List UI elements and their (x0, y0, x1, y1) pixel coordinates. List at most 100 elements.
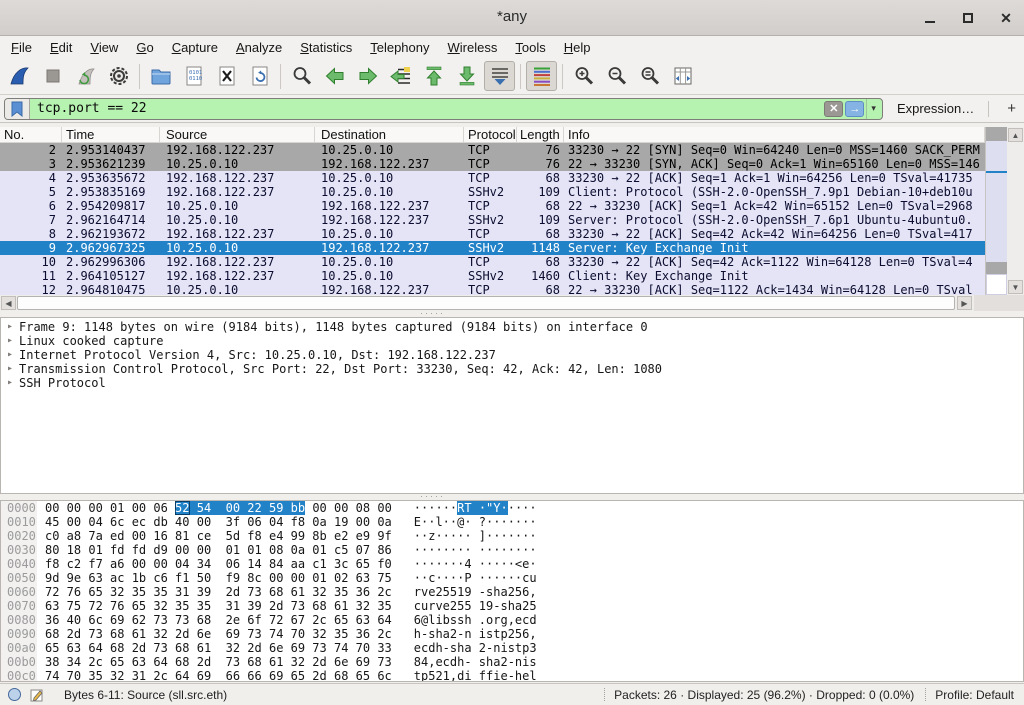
cell-src: 192.168.122.237 (160, 269, 315, 283)
packet-row-4[interactable]: 42.953635672192.168.122.23710.25.0.10TCP… (0, 171, 985, 185)
filter-clear-button[interactable]: ✕ (824, 101, 843, 117)
filter-dropdown-caret[interactable]: ▾ (866, 99, 882, 119)
detail-line-1[interactable]: ▸Linux cooked capture (1, 334, 1023, 348)
scroll-right-button[interactable]: ▶ (957, 296, 972, 310)
expand-arrow-icon[interactable]: ▸ (1, 334, 19, 348)
close-button[interactable]: ✕ (998, 10, 1014, 26)
packet-row-12[interactable]: 122.96481047510.25.0.10192.168.122.237TC… (0, 283, 985, 295)
packet-row-7[interactable]: 72.96216471410.25.0.10192.168.122.237SSH… (0, 213, 985, 227)
hex-row-00b0[interactable]: 00b038 34 2c 65 63 64 68 2d 73 68 61 32 … (1, 655, 1023, 669)
hex-row-0000[interactable]: 000000 00 00 01 00 06 52 54 00 22 59 bb … (1, 501, 1023, 515)
capture-comment-icon[interactable] (30, 688, 44, 702)
cell-time: 2.962193672 (62, 227, 160, 241)
packet-row-5[interactable]: 52.953835169192.168.122.23710.25.0.10SSH… (0, 185, 985, 199)
hex-row-0080[interactable]: 008036 40 6c 69 62 73 73 68 2e 6f 72 67 … (1, 613, 1023, 627)
detail-line-3[interactable]: ▸Transmission Control Protocol, Src Port… (1, 362, 1023, 376)
go-last-packet-button[interactable] (451, 61, 482, 91)
filter-bookmark-icon[interactable] (5, 99, 30, 119)
expression-button[interactable]: Expression… (897, 101, 974, 116)
status-profile[interactable]: Profile: Default (935, 688, 1014, 702)
go-first-packet-button[interactable] (418, 61, 449, 91)
packet-row-6[interactable]: 62.95420981710.25.0.10192.168.122.237TCP… (0, 199, 985, 213)
colorize-packets-button[interactable] (526, 61, 557, 91)
find-packet-button[interactable] (286, 61, 317, 91)
maximize-button[interactable] (960, 10, 976, 26)
column-header-time[interactable]: Time (62, 127, 160, 142)
go-forward-button[interactable] (352, 61, 383, 91)
expert-info-icon[interactable] (8, 688, 21, 701)
menu-item-go[interactable]: Go (127, 38, 162, 57)
expand-arrow-icon[interactable]: ▸ (1, 362, 19, 376)
packet-row-10[interactable]: 102.962996306192.168.122.23710.25.0.10TC… (0, 255, 985, 269)
scroll-down-button[interactable]: ▼ (1008, 280, 1023, 294)
column-header-dst[interactable]: Destination (315, 127, 464, 142)
packet-list-hscrollbar[interactable]: ◀ ▶ (0, 295, 1024, 311)
stop-capture-button[interactable] (37, 61, 68, 91)
column-header-no[interactable]: No. (0, 127, 62, 142)
packet-row-11[interactable]: 112.964105127192.168.122.23710.25.0.10SS… (0, 269, 985, 283)
menu-item-edit[interactable]: Edit (41, 38, 81, 57)
packet-row-2[interactable]: 22.953140437192.168.122.23710.25.0.10TCP… (0, 143, 985, 157)
hex-row-0070[interactable]: 007063 75 72 76 65 32 35 35 31 39 2d 73 … (1, 599, 1023, 613)
open-file-button[interactable] (145, 61, 176, 91)
add-filter-button[interactable]: + (999, 100, 1024, 117)
cell-info: 33230 → 22 [ACK] Seq=42 Ack=1122 Win=641… (564, 255, 985, 269)
hex-ascii: 6@libssh .org,ecd (414, 613, 537, 627)
packet-list-vscrollbar[interactable]: ▲ ▼ (1007, 127, 1024, 295)
minimap-thumb[interactable] (986, 274, 1007, 295)
minimize-button[interactable] (922, 10, 938, 26)
zoom-out-button[interactable] (601, 61, 632, 91)
hex-row-0030[interactable]: 003080 18 01 fd fd d9 00 00 01 01 08 0a … (1, 543, 1023, 557)
hex-bytes: 80 18 01 fd fd d9 00 00 01 01 08 0a 01 c… (45, 543, 392, 557)
save-file-button[interactable]: 01010110 (178, 61, 209, 91)
go-to-packet-button[interactable] (385, 61, 416, 91)
status-field-info: Bytes 6-11: Source (sll.src.eth) (64, 688, 227, 702)
zoom-original-button[interactable] (634, 61, 665, 91)
menu-item-help[interactable]: Help (555, 38, 600, 57)
hex-row-0060[interactable]: 006072 76 65 32 35 35 31 39 2d 73 68 61 … (1, 585, 1023, 599)
scroll-left-button[interactable]: ◀ (1, 296, 16, 310)
menu-item-telephony[interactable]: Telephony (361, 38, 438, 57)
hex-row-0040[interactable]: 0040f8 c2 f7 a6 00 00 04 34 06 14 84 aa … (1, 557, 1023, 571)
hex-row-0090[interactable]: 009068 2d 73 68 61 32 2d 6e 69 73 74 70 … (1, 627, 1023, 641)
go-back-button[interactable] (319, 61, 350, 91)
menu-item-file[interactable]: File (2, 38, 41, 57)
menu-item-tools[interactable]: Tools (506, 38, 554, 57)
menu-item-view[interactable]: View (81, 38, 127, 57)
column-header-proto[interactable]: Protocol (464, 127, 517, 142)
menu-item-analyze[interactable]: Analyze (227, 38, 291, 57)
filter-apply-button[interactable]: → (845, 101, 864, 117)
hex-row-0010[interactable]: 001045 00 04 6c ec db 40 00 3f 06 04 f8 … (1, 515, 1023, 529)
expand-arrow-icon[interactable]: ▸ (1, 348, 19, 362)
column-header-src[interactable]: Source (160, 127, 315, 142)
close-file-button[interactable] (211, 61, 242, 91)
detail-line-0[interactable]: ▸Frame 9: 1148 bytes on wire (9184 bits)… (1, 320, 1023, 334)
packet-row-9[interactable]: 92.96296732510.25.0.10192.168.122.237SSH… (0, 241, 985, 255)
menu-item-capture[interactable]: Capture (163, 38, 227, 57)
display-filter-input[interactable]: tcp.port == 22 ✕ → ▾ (4, 98, 883, 120)
capture-options-button[interactable] (103, 61, 134, 91)
restart-capture-button[interactable] (70, 61, 101, 91)
packet-row-8[interactable]: 82.962193672192.168.122.23710.25.0.10TCP… (0, 227, 985, 241)
packet-list-minimap-scrollbar[interactable] (985, 127, 1007, 295)
hex-row-0020[interactable]: 0020c0 a8 7a ed 00 16 81 ce 5d f8 e4 99 … (1, 529, 1023, 543)
zoom-in-button[interactable] (568, 61, 599, 91)
hex-row-00a0[interactable]: 00a065 63 64 68 2d 73 68 61 32 2d 6e 69 … (1, 641, 1023, 655)
reload-file-button[interactable] (244, 61, 275, 91)
packet-row-3[interactable]: 32.95362123910.25.0.10192.168.122.237TCP… (0, 157, 985, 171)
auto-scroll-button[interactable] (484, 61, 515, 91)
hex-row-0050[interactable]: 00509d 9e 63 ac 1b c6 f1 50 f9 8c 00 00 … (1, 571, 1023, 585)
detail-line-4[interactable]: ▸SSH Protocol (1, 376, 1023, 390)
menu-item-statistics[interactable]: Statistics (291, 38, 361, 57)
expand-arrow-icon[interactable]: ▸ (1, 320, 19, 334)
column-header-len[interactable]: Length (517, 127, 564, 142)
resize-columns-button[interactable] (667, 61, 698, 91)
menu-item-wireless[interactable]: Wireless (439, 38, 507, 57)
scroll-up-button[interactable]: ▲ (1008, 128, 1023, 142)
detail-line-2[interactable]: ▸Internet Protocol Version 4, Src: 10.25… (1, 348, 1023, 362)
hex-row-00c0[interactable]: 00c074 70 35 32 31 2c 64 69 66 66 69 65 … (1, 669, 1023, 682)
expand-arrow-icon[interactable]: ▸ (1, 376, 19, 390)
hscrollbar-thumb[interactable] (17, 296, 955, 310)
start-capture-button[interactable] (4, 61, 35, 91)
column-header-info[interactable]: Info (564, 127, 985, 142)
